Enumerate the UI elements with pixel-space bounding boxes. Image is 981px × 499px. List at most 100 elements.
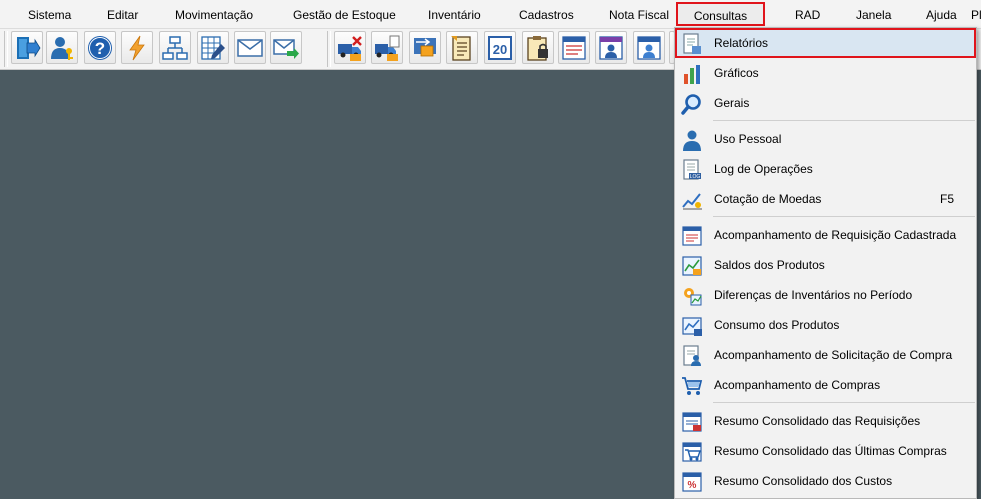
- menu-item-shortcut: F5: [939, 192, 954, 206]
- menu-item-cotacao-moedas[interactable]: Cotação de Moedas F5: [675, 184, 976, 214]
- spreadsheet-button[interactable]: [197, 31, 229, 64]
- stock-report-button[interactable]: [558, 31, 590, 64]
- calendar-button[interactable]: 20: [484, 31, 516, 64]
- menu-item-diferencas-inventarios[interactable]: Diferenças de Inventários no Período: [675, 280, 976, 310]
- menu-item-resumo-requisicoes[interactable]: Resumo Consolidado das Requisições: [675, 406, 976, 436]
- menu-ajuda[interactable]: Ajuda: [926, 0, 957, 28]
- mail-send-icon: [272, 34, 300, 62]
- mail-button[interactable]: [234, 31, 266, 64]
- menu-editar[interactable]: Editar: [107, 0, 138, 28]
- menu-item-label: Acompanhamento de Requisição Cadastrada: [714, 228, 957, 242]
- lightning-button[interactable]: [121, 31, 153, 64]
- menu-item-label: Gráficos: [714, 66, 759, 80]
- bar-chart-icon: [681, 63, 703, 85]
- user-report-alt-icon: [635, 34, 663, 62]
- report-icon: [681, 33, 703, 55]
- svg-text:?: ?: [95, 39, 105, 58]
- truck-cancel-button[interactable]: [334, 31, 366, 64]
- menu-item-label: Saldos dos Produtos: [714, 258, 825, 272]
- svg-text:20: 20: [493, 42, 507, 57]
- menu-item-acomp-compras[interactable]: Acompanhamento de Compras: [675, 370, 976, 400]
- inventory-list-button[interactable]: [446, 31, 478, 64]
- user-report-button[interactable]: [595, 31, 627, 64]
- menu-gestao-estoque[interactable]: Gestão de Estoque: [293, 0, 396, 28]
- menu-item-label: Log de Operações: [714, 162, 813, 176]
- menu-item-acomp-solicitacao-compra[interactable]: Acompanhamento de Solicitação de Compra: [675, 340, 976, 370]
- menu-pl[interactable]: Pl: [971, 0, 981, 28]
- stock-report-icon: [560, 34, 588, 62]
- menu-rad[interactable]: RAD: [795, 0, 820, 28]
- menu-item-log-operacoes[interactable]: LOG Log de Operações: [675, 154, 976, 184]
- truck-cancel-icon: [336, 34, 364, 62]
- menu-item-label: Relatórios: [714, 36, 769, 50]
- menu-cadastros[interactable]: Cadastros: [519, 0, 574, 28]
- shopping-cart-icon: [681, 375, 703, 397]
- menu-item-label: Cotação de Moedas: [714, 192, 822, 206]
- menu-item-label: Resumo Consolidado das Últimas Compras: [714, 444, 947, 458]
- consultas-dropdown: Relatórios Gráficos Gerais Uso Pessoal L…: [674, 27, 977, 499]
- menu-item-graficos[interactable]: Gráficos: [675, 58, 976, 88]
- inventory-diff-icon: [681, 285, 703, 307]
- menu-item-label: Acompanhamento de Compras: [714, 378, 881, 392]
- lightning-icon: [123, 34, 151, 62]
- calendar-20-icon: 20: [486, 34, 514, 62]
- requisition-summary-icon: [681, 411, 703, 433]
- exit-door-icon: [13, 34, 41, 62]
- clipboard-lock-icon: [524, 34, 552, 62]
- svg-text:LOG: LOG: [690, 174, 701, 180]
- help-icon: ?: [86, 34, 114, 62]
- menu-item-resumo-ultimas-compras[interactable]: Resumo Consolidado das Últimas Compras: [675, 436, 976, 466]
- currency-chart-icon: [681, 189, 703, 211]
- menu-inventario[interactable]: Inventário: [428, 0, 481, 28]
- product-balance-icon: [681, 255, 703, 277]
- stock-transfer-button[interactable]: [409, 31, 441, 64]
- menu-item-label: Gerais: [714, 96, 750, 110]
- menu-movimentacao[interactable]: Movimentação: [175, 0, 253, 28]
- menu-item-acomp-requisicao[interactable]: Acompanhamento de Requisição Cadastrada: [675, 220, 976, 250]
- inventory-list-icon: [448, 34, 476, 62]
- org-chart-button[interactable]: [159, 31, 191, 64]
- truck-document-icon: [373, 34, 401, 62]
- menu-separator: [713, 216, 975, 217]
- menu-bar: Sistema Editar Movimentação Gestão de Es…: [0, 0, 981, 29]
- user-key-button[interactable]: [46, 31, 78, 64]
- stock-transfer-icon: [411, 34, 439, 62]
- toolbar-separator: [4, 31, 8, 67]
- truck-document-button[interactable]: [371, 31, 403, 64]
- clipboard-lock-button[interactable]: [522, 31, 554, 64]
- requisition-icon: [681, 225, 703, 247]
- menu-item-label: Resumo Consolidado das Requisições: [714, 414, 921, 428]
- log-document-icon: LOG: [681, 159, 703, 181]
- menu-consultas[interactable]: Consultas: [676, 2, 765, 26]
- help-button[interactable]: ?: [84, 31, 116, 64]
- consumption-chart-icon: [681, 315, 703, 337]
- purchase-summary-icon: [681, 441, 703, 463]
- menu-item-consumo-produtos[interactable]: Consumo dos Produtos: [675, 310, 976, 340]
- menu-item-label: Acompanhamento de Solicitação de Compra: [714, 348, 953, 362]
- mail-send-button[interactable]: [270, 31, 302, 64]
- spreadsheet-pen-icon: [199, 34, 227, 62]
- cost-summary-icon: %: [681, 471, 703, 493]
- user-report-icon: [597, 34, 625, 62]
- menu-item-label: Resumo Consolidado dos Custos: [714, 474, 893, 488]
- user-report-alt-button[interactable]: [633, 31, 665, 64]
- menu-separator: [713, 120, 975, 121]
- menu-item-gerais[interactable]: Gerais: [675, 88, 976, 118]
- menu-item-uso-pessoal[interactable]: Uso Pessoal: [675, 124, 976, 154]
- menu-janela[interactable]: Janela: [856, 0, 891, 28]
- org-chart-icon: [161, 34, 189, 62]
- menu-item-resumo-custos[interactable]: % Resumo Consolidado dos Custos: [675, 466, 976, 496]
- menu-item-relatorios[interactable]: Relatórios: [675, 28, 976, 58]
- menu-separator: [713, 402, 975, 403]
- person-icon: [681, 129, 703, 151]
- menu-item-label: Uso Pessoal: [714, 132, 782, 146]
- toolbar-separator: [327, 31, 331, 67]
- purchase-request-icon: [681, 345, 703, 367]
- exit-button[interactable]: [11, 31, 43, 64]
- mail-icon: [236, 34, 264, 62]
- menu-sistema[interactable]: Sistema: [28, 0, 71, 28]
- menu-item-saldos-produtos[interactable]: Saldos dos Produtos: [675, 250, 976, 280]
- menu-item-label: Diferenças de Inventários no Período: [714, 288, 913, 302]
- menu-item-label: Consumo dos Produtos: [714, 318, 840, 332]
- menu-nota-fiscal[interactable]: Nota Fiscal: [609, 0, 669, 28]
